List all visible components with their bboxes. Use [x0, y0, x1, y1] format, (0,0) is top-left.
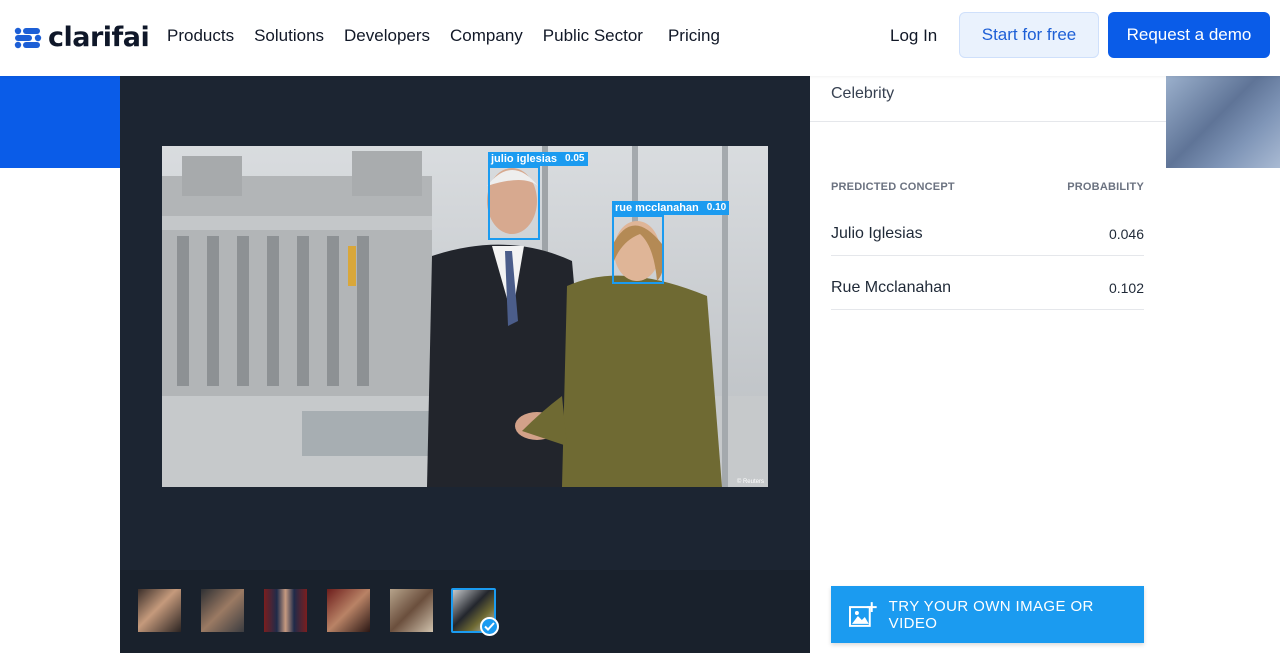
- photo-credit: © Reuters: [736, 479, 764, 485]
- thumbnail-4[interactable]: [327, 589, 370, 632]
- prediction-concept: Julio Iglesias: [831, 225, 923, 242]
- prediction-probability: 0.046: [1108, 226, 1144, 242]
- model-name: Celebrity: [831, 85, 895, 102]
- add-image-icon: [849, 601, 877, 627]
- selected-check-icon: [480, 617, 499, 636]
- detection-label-score: 0.10: [706, 202, 727, 213]
- request-demo-button[interactable]: Request a demo: [1108, 12, 1270, 58]
- detection-label-2: rue mcclanahan 0.10: [612, 201, 730, 215]
- main-nav: Products Solutions Developers Company Pu…: [167, 26, 740, 46]
- image-viewer: julio iglesias 0.05 rue mcclanahan 0.10 …: [120, 76, 810, 653]
- nav-solutions[interactable]: Solutions: [254, 26, 324, 46]
- try-own-image-button[interactable]: TRY YOUR OWN IMAGE OR VIDEO: [831, 586, 1144, 643]
- site-header: clarifai Products Solutions Developers C…: [0, 0, 1280, 76]
- clarifai-logo[interactable]: clarifai: [14, 22, 150, 53]
- background-photo-fragment: [1166, 76, 1280, 168]
- nav-public-sector[interactable]: Public Sector: [543, 26, 643, 46]
- photo-illustration: [162, 146, 768, 487]
- detection-label-name: julio iglesias: [491, 153, 558, 165]
- results-panel: Celebrity PREDICTED CONCEPT PROBABILITY …: [810, 76, 1166, 661]
- decorative-blue-block: [0, 76, 120, 168]
- nav-developers[interactable]: Developers: [344, 26, 430, 46]
- thumbnail-3[interactable]: [264, 589, 307, 632]
- row-divider: [831, 309, 1144, 310]
- nav-products[interactable]: Products: [167, 26, 234, 46]
- detection-label-1: julio iglesias 0.05: [488, 152, 588, 166]
- nav-company[interactable]: Company: [450, 26, 523, 46]
- prediction-probability: 0.102: [1108, 280, 1144, 296]
- thumbnail-5[interactable]: [390, 589, 433, 632]
- thumbnail-2[interactable]: [201, 589, 244, 632]
- start-free-button[interactable]: Start for free: [959, 12, 1099, 58]
- prediction-concept: Rue Mcclanahan: [831, 279, 952, 296]
- concept-column-header: PREDICTED CONCEPT: [831, 181, 955, 193]
- row-divider: [831, 255, 1144, 256]
- main-image: julio iglesias 0.05 rue mcclanahan 0.10 …: [162, 146, 768, 487]
- logo-wordmark: clarifai: [48, 22, 150, 53]
- nav-pricing[interactable]: Pricing: [668, 26, 720, 46]
- login-link[interactable]: Log In: [890, 26, 937, 46]
- try-button-label: TRY YOUR OWN IMAGE OR VIDEO: [888, 597, 1094, 632]
- thumbnail-1[interactable]: [138, 589, 181, 632]
- detection-label-name: rue mcclanahan: [615, 202, 699, 214]
- detection-box-1: [488, 166, 540, 240]
- detection-box-2: [612, 215, 664, 284]
- panel-divider: [810, 121, 1166, 122]
- probability-column-header: PROBABILITY: [1067, 181, 1144, 193]
- detection-label-score: 0.05: [565, 153, 585, 164]
- clarifai-logo-icon: [14, 27, 42, 48]
